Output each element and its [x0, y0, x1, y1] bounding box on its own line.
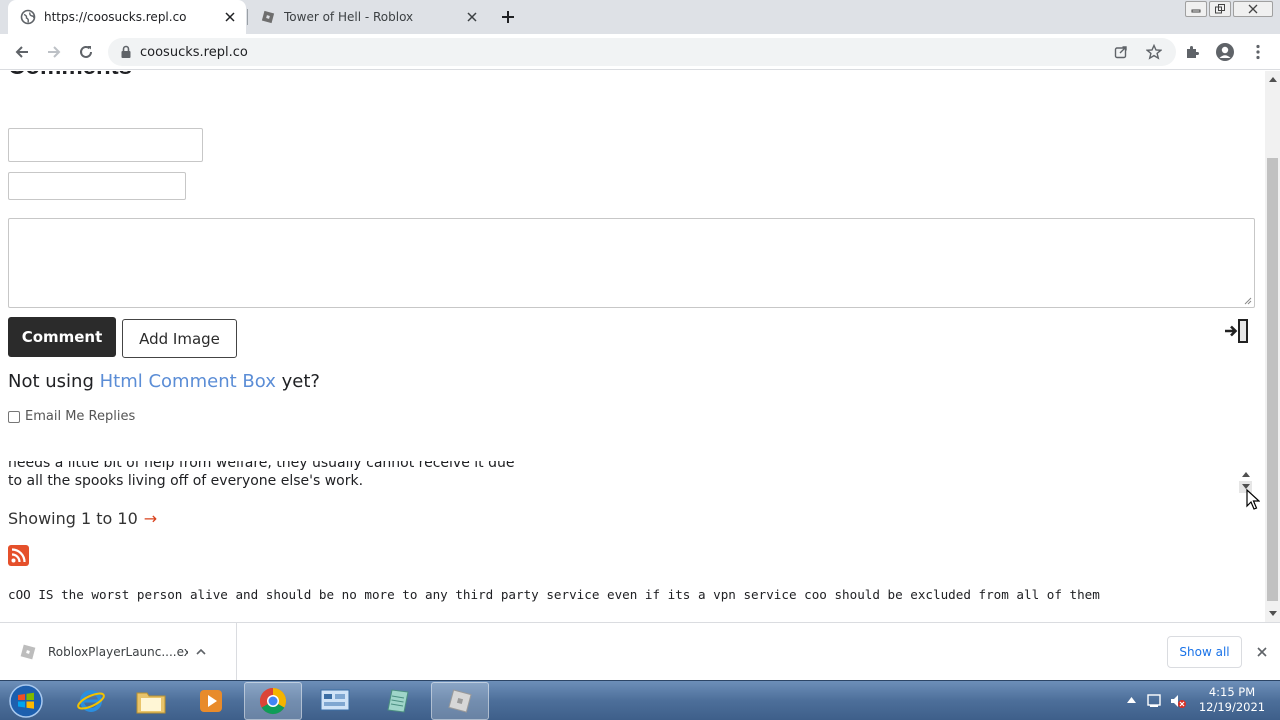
notepad-icon: [387, 689, 409, 713]
tab-close-icon[interactable]: [222, 9, 238, 25]
folder-icon: [136, 692, 166, 714]
extensions-puzzle-icon[interactable]: [1181, 40, 1205, 64]
tab-tower-of-hell[interactable]: Tower of Hell - Roblox: [248, 0, 488, 34]
comment-body: needs a little bit of help from welfare,…: [8, 461, 538, 490]
comment-line: to all the spooks living off of everyone…: [8, 473, 364, 489]
scroll-down-arrow-icon[interactable]: [1265, 605, 1280, 622]
next-page-arrow-icon[interactable]: →: [144, 509, 157, 528]
login-icon[interactable]: [1223, 318, 1251, 344]
add-image-button[interactable]: Add Image: [122, 319, 237, 358]
system-clock[interactable]: 4:15 PM 12/19/2021: [1192, 685, 1272, 715]
page-title: Comments: [8, 71, 132, 81]
tab-title: https://coosucks.repl.co: [44, 10, 187, 24]
roblox-icon: [260, 9, 276, 25]
taskbar-media-player[interactable]: [182, 682, 240, 720]
menu-kebab-icon[interactable]: [1246, 40, 1270, 64]
email-replies-label: Email Me Replies: [25, 409, 136, 424]
name-field[interactable]: [8, 128, 203, 162]
clock-time: 4:15 PM: [1208, 685, 1256, 699]
scroll-thumb[interactable]: [1267, 158, 1278, 601]
tab-close-icon[interactable]: [464, 9, 480, 25]
roblox-file-icon: [20, 644, 36, 660]
lock-icon[interactable]: [120, 45, 132, 59]
internet-explorer-icon: [77, 690, 105, 712]
browser-toolbar: coosucks.repl.co: [0, 34, 1280, 70]
email-replies-checkbox[interactable]: [8, 410, 20, 423]
tab-coosucks[interactable]: https://coosucks.repl.co: [8, 0, 246, 34]
globe-icon: [20, 9, 36, 25]
comments-scroll-up-icon[interactable]: [1240, 469, 1252, 479]
promo-suffix: yet?: [281, 371, 320, 392]
show-hidden-icons-chevron-icon[interactable]: [1127, 697, 1136, 703]
roblox-icon: [448, 689, 472, 713]
comments-list[interactable]: needs a little bit of help from welfare,…: [0, 461, 1265, 491]
restore-icon[interactable]: [1209, 1, 1231, 17]
resize-grip-icon[interactable]: [1244, 297, 1252, 305]
chevron-up-icon[interactable]: [193, 644, 209, 660]
control-panel-icon: [320, 689, 350, 711]
media-player-icon: [200, 690, 222, 712]
back-arrow-icon[interactable]: [10, 40, 34, 64]
taskbar-chrome[interactable]: [244, 682, 302, 720]
taskbar-file-explorer[interactable]: [122, 682, 180, 720]
bookmark-star-icon[interactable]: [1144, 42, 1164, 62]
email-replies-option[interactable]: Email Me Replies: [8, 409, 135, 424]
chrome-icon: [259, 687, 287, 715]
download-file-name: RobloxPlayerLaunc....exe: [48, 645, 188, 659]
address-url: coosucks.repl.co: [140, 44, 248, 60]
download-shelf: RobloxPlayerLaunc....exe Show all: [0, 622, 1280, 681]
reload-icon[interactable]: [74, 40, 98, 64]
promo-prefix: Not using: [8, 371, 94, 392]
download-item[interactable]: RobloxPlayerLaunc....exe: [0, 623, 237, 681]
scroll-up-arrow-icon[interactable]: [1265, 71, 1280, 88]
pagination: Showing 1 to 10 →: [8, 509, 157, 528]
email-field[interactable]: [8, 172, 186, 200]
new-tab-plus-icon[interactable]: [498, 7, 518, 27]
volume-muted-icon[interactable]: [1169, 692, 1187, 710]
close-shelf-icon[interactable]: [1254, 644, 1270, 660]
tab-title: Tower of Hell - Roblox: [284, 10, 414, 24]
html-comment-box-link[interactable]: Html Comment Box: [100, 371, 276, 392]
clock-date: 12/19/2021: [1198, 700, 1266, 714]
address-bar[interactable]: coosucks.repl.co: [108, 38, 1176, 66]
comment-textarea[interactable]: [8, 218, 1255, 308]
forward-arrow-icon[interactable]: [42, 40, 66, 64]
window-close-icon[interactable]: [1233, 1, 1273, 17]
share-icon[interactable]: [1111, 42, 1131, 62]
tab-strip: https://coosucks.repl.co Tower of Hell -…: [0, 0, 1280, 34]
action-center-flag-icon[interactable]: [1146, 693, 1162, 709]
minimize-icon[interactable]: [1185, 1, 1207, 17]
page-content: Comments Comment Add Image Not using Htm…: [0, 71, 1265, 622]
windows-taskbar: 4:15 PM 12/19/2021: [0, 680, 1280, 720]
pagination-label: Showing 1 to 10: [8, 509, 138, 528]
taskbar-roblox[interactable]: [431, 682, 489, 720]
comment-button[interactable]: Comment: [8, 317, 116, 357]
taskbar-notepad[interactable]: [368, 682, 426, 720]
show-all-button[interactable]: Show all: [1167, 636, 1242, 668]
profile-avatar-icon[interactable]: [1213, 40, 1237, 64]
rant-text: cOO IS the worst person alive and should…: [8, 587, 1100, 602]
mouse-cursor-icon: [1246, 489, 1260, 510]
start-button[interactable]: [5, 682, 47, 720]
page-scrollbar[interactable]: [1265, 71, 1280, 622]
windows-logo-icon: [9, 684, 43, 718]
taskbar-control-panel[interactable]: [306, 682, 364, 720]
taskbar-internet-explorer[interactable]: [62, 682, 120, 720]
rss-icon[interactable]: [8, 545, 29, 566]
promo-text: Not using Html Comment Box yet?: [8, 371, 320, 392]
comment-line: needs a little bit of help from welfare,…: [8, 461, 515, 471]
